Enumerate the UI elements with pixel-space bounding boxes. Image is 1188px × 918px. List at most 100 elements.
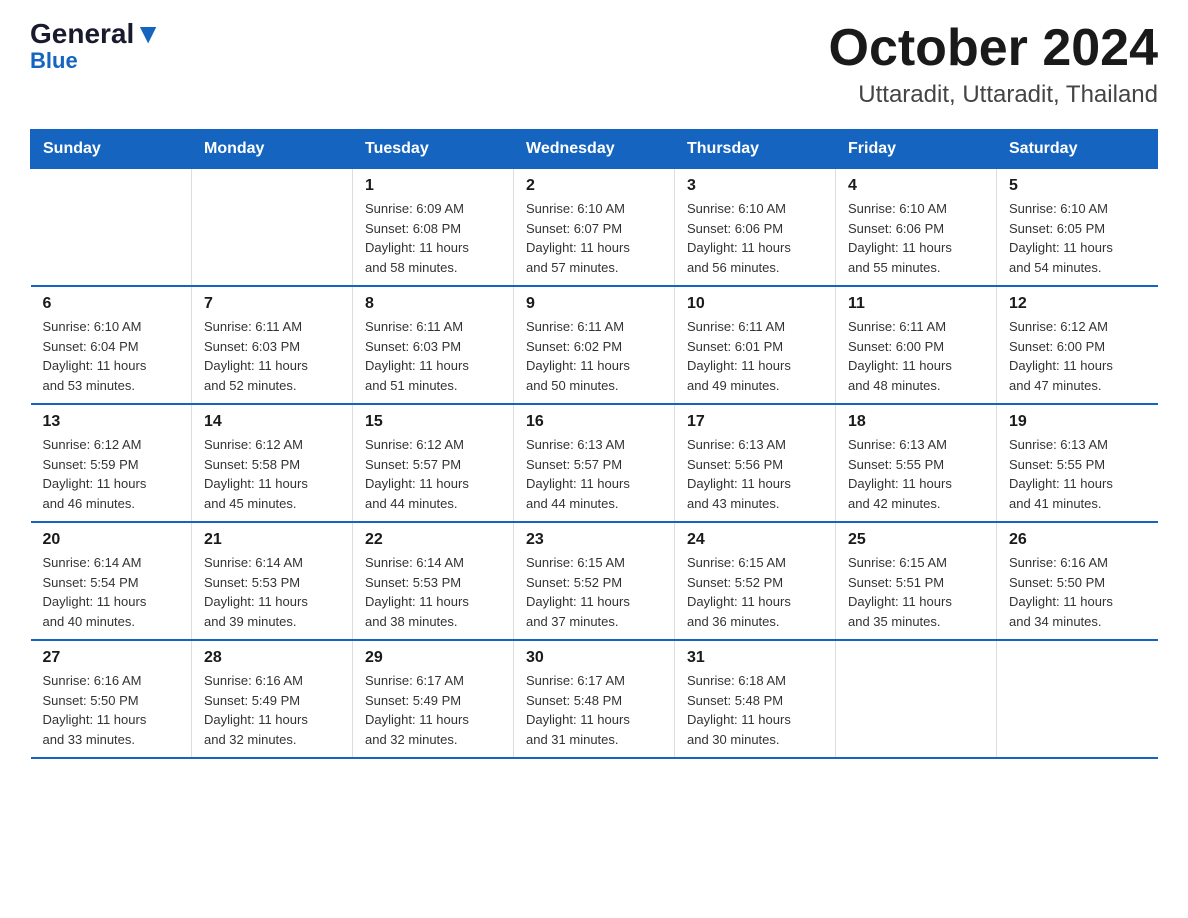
day-number: 29 [365, 649, 501, 667]
day-number: 12 [1009, 295, 1146, 313]
day-info: Sunrise: 6:13 AM Sunset: 5:55 PM Dayligh… [848, 435, 984, 513]
logo: General▼ Blue [30, 20, 162, 72]
weekday-header-sunday: Sunday [31, 130, 192, 169]
day-info: Sunrise: 6:09 AM Sunset: 6:08 PM Dayligh… [365, 199, 501, 277]
calendar-cell [192, 169, 353, 287]
calendar-cell: 26 Sunrise: 6:16 AM Sunset: 5:50 PM Dayli… [997, 522, 1158, 640]
calendar-cell: 10 Sunrise: 6:11 AM Sunset: 6:01 PM Dayli… [675, 286, 836, 404]
day-info: Sunrise: 6:16 AM Sunset: 5:49 PM Dayligh… [204, 671, 340, 749]
calendar-cell: 28 Sunrise: 6:16 AM Sunset: 5:49 PM Dayli… [192, 640, 353, 758]
day-info: Sunrise: 6:11 AM Sunset: 6:02 PM Dayligh… [526, 317, 662, 395]
logo-blue-text: Blue [30, 50, 78, 72]
calendar-cell: 19 Sunrise: 6:13 AM Sunset: 5:55 PM Dayli… [997, 404, 1158, 522]
weekday-header-wednesday: Wednesday [514, 130, 675, 169]
day-number: 13 [43, 413, 180, 431]
day-number: 20 [43, 531, 180, 549]
calendar-cell: 13 Sunrise: 6:12 AM Sunset: 5:59 PM Dayli… [31, 404, 192, 522]
day-info: Sunrise: 6:16 AM Sunset: 5:50 PM Dayligh… [1009, 553, 1146, 631]
calendar-cell: 12Sunrise: 6:12 AM Sunset: 6:00 PM Dayli… [997, 286, 1158, 404]
day-number: 21 [204, 531, 340, 549]
weekday-header-friday: Friday [836, 130, 997, 169]
day-info: Sunrise: 6:10 AM Sunset: 6:04 PM Dayligh… [43, 317, 180, 395]
weekday-header-thursday: Thursday [675, 130, 836, 169]
day-number: 27 [43, 649, 180, 667]
day-number: 17 [687, 413, 823, 431]
weekday-header-tuesday: Tuesday [353, 130, 514, 169]
day-number: 24 [687, 531, 823, 549]
day-number: 11 [848, 295, 984, 313]
calendar-table: SundayMondayTuesdayWednesdayThursdayFrid… [30, 129, 1158, 759]
day-number: 7 [204, 295, 340, 313]
calendar-cell [31, 169, 192, 287]
calendar-cell: 4Sunrise: 6:10 AM Sunset: 6:06 PM Daylig… [836, 169, 997, 287]
day-number: 18 [848, 413, 984, 431]
day-number: 14 [204, 413, 340, 431]
month-title: October 2024 [829, 20, 1159, 77]
calendar-cell: 14 Sunrise: 6:12 AM Sunset: 5:58 PM Dayli… [192, 404, 353, 522]
title-section: October 2024 Uttaradit, Uttaradit, Thail… [829, 20, 1159, 109]
day-number: 10 [687, 295, 823, 313]
day-number: 3 [687, 177, 823, 195]
calendar-week-row: 6Sunrise: 6:10 AM Sunset: 6:04 PM Daylig… [31, 286, 1158, 404]
day-info: Sunrise: 6:15 AM Sunset: 5:51 PM Dayligh… [848, 553, 984, 631]
day-info: Sunrise: 6:17 AM Sunset: 5:49 PM Dayligh… [365, 671, 501, 749]
calendar-cell: 25Sunrise: 6:15 AM Sunset: 5:51 PM Dayli… [836, 522, 997, 640]
calendar-cell [997, 640, 1158, 758]
calendar-cell: 9 Sunrise: 6:11 AM Sunset: 6:02 PM Daylig… [514, 286, 675, 404]
logo-general: General▼ [30, 20, 162, 48]
weekday-header-saturday: Saturday [997, 130, 1158, 169]
day-number: 28 [204, 649, 340, 667]
day-number: 15 [365, 413, 501, 431]
calendar-cell: 27 Sunrise: 6:16 AM Sunset: 5:50 PM Dayli… [31, 640, 192, 758]
day-info: Sunrise: 6:10 AM Sunset: 6:07 PM Dayligh… [526, 199, 662, 277]
calendar-cell: 29 Sunrise: 6:17 AM Sunset: 5:49 PM Dayli… [353, 640, 514, 758]
calendar-cell: 7 Sunrise: 6:11 AM Sunset: 6:03 PM Daylig… [192, 286, 353, 404]
day-number: 30 [526, 649, 662, 667]
day-number: 19 [1009, 413, 1146, 431]
day-number: 1 [365, 177, 501, 195]
day-number: 4 [848, 177, 984, 195]
day-info: Sunrise: 6:13 AM Sunset: 5:55 PM Dayligh… [1009, 435, 1146, 513]
calendar-week-row: 1 Sunrise: 6:09 AM Sunset: 6:08 PM Daylig… [31, 169, 1158, 287]
day-number: 22 [365, 531, 501, 549]
logo-triangle-icon: ▼ [134, 18, 162, 49]
day-number: 26 [1009, 531, 1146, 549]
day-info: Sunrise: 6:15 AM Sunset: 5:52 PM Dayligh… [526, 553, 662, 631]
weekday-header-monday: Monday [192, 130, 353, 169]
calendar-cell: 22 Sunrise: 6:14 AM Sunset: 5:53 PM Dayli… [353, 522, 514, 640]
day-number: 23 [526, 531, 662, 549]
day-number: 2 [526, 177, 662, 195]
day-info: Sunrise: 6:12 AM Sunset: 5:57 PM Dayligh… [365, 435, 501, 513]
day-number: 5 [1009, 177, 1146, 195]
day-info: Sunrise: 6:12 AM Sunset: 5:58 PM Dayligh… [204, 435, 340, 513]
day-number: 16 [526, 413, 662, 431]
day-info: Sunrise: 6:11 AM Sunset: 6:03 PM Dayligh… [365, 317, 501, 395]
day-number: 9 [526, 295, 662, 313]
calendar-cell: 21Sunrise: 6:14 AM Sunset: 5:53 PM Dayli… [192, 522, 353, 640]
day-info: Sunrise: 6:11 AM Sunset: 6:03 PM Dayligh… [204, 317, 340, 395]
calendar-cell: 30Sunrise: 6:17 AM Sunset: 5:48 PM Dayli… [514, 640, 675, 758]
location-title: Uttaradit, Uttaradit, Thailand [829, 81, 1159, 109]
calendar-cell: 5Sunrise: 6:10 AM Sunset: 6:05 PM Daylig… [997, 169, 1158, 287]
calendar-cell: 23 Sunrise: 6:15 AM Sunset: 5:52 PM Dayli… [514, 522, 675, 640]
day-info: Sunrise: 6:13 AM Sunset: 5:57 PM Dayligh… [526, 435, 662, 513]
day-info: Sunrise: 6:11 AM Sunset: 6:01 PM Dayligh… [687, 317, 823, 395]
day-number: 8 [365, 295, 501, 313]
day-info: Sunrise: 6:12 AM Sunset: 5:59 PM Dayligh… [43, 435, 180, 513]
calendar-cell: 15 Sunrise: 6:12 AM Sunset: 5:57 PM Dayli… [353, 404, 514, 522]
day-info: Sunrise: 6:15 AM Sunset: 5:52 PM Dayligh… [687, 553, 823, 631]
day-info: Sunrise: 6:16 AM Sunset: 5:50 PM Dayligh… [43, 671, 180, 749]
calendar-cell: 16 Sunrise: 6:13 AM Sunset: 5:57 PM Dayli… [514, 404, 675, 522]
calendar-cell: 31Sunrise: 6:18 AM Sunset: 5:48 PM Dayli… [675, 640, 836, 758]
day-info: Sunrise: 6:10 AM Sunset: 6:06 PM Dayligh… [687, 199, 823, 277]
calendar-cell: 3 Sunrise: 6:10 AM Sunset: 6:06 PM Daylig… [675, 169, 836, 287]
page-header: General▼ Blue October 2024 Uttaradit, Ut… [30, 20, 1158, 109]
day-info: Sunrise: 6:14 AM Sunset: 5:53 PM Dayligh… [365, 553, 501, 631]
calendar-week-row: 27 Sunrise: 6:16 AM Sunset: 5:50 PM Dayli… [31, 640, 1158, 758]
calendar-cell: 11Sunrise: 6:11 AM Sunset: 6:00 PM Dayli… [836, 286, 997, 404]
calendar-cell: 18 Sunrise: 6:13 AM Sunset: 5:55 PM Dayli… [836, 404, 997, 522]
day-info: Sunrise: 6:13 AM Sunset: 5:56 PM Dayligh… [687, 435, 823, 513]
calendar-cell: 2 Sunrise: 6:10 AM Sunset: 6:07 PM Daylig… [514, 169, 675, 287]
calendar-cell: 24 Sunrise: 6:15 AM Sunset: 5:52 PM Dayli… [675, 522, 836, 640]
calendar-cell: 1 Sunrise: 6:09 AM Sunset: 6:08 PM Daylig… [353, 169, 514, 287]
